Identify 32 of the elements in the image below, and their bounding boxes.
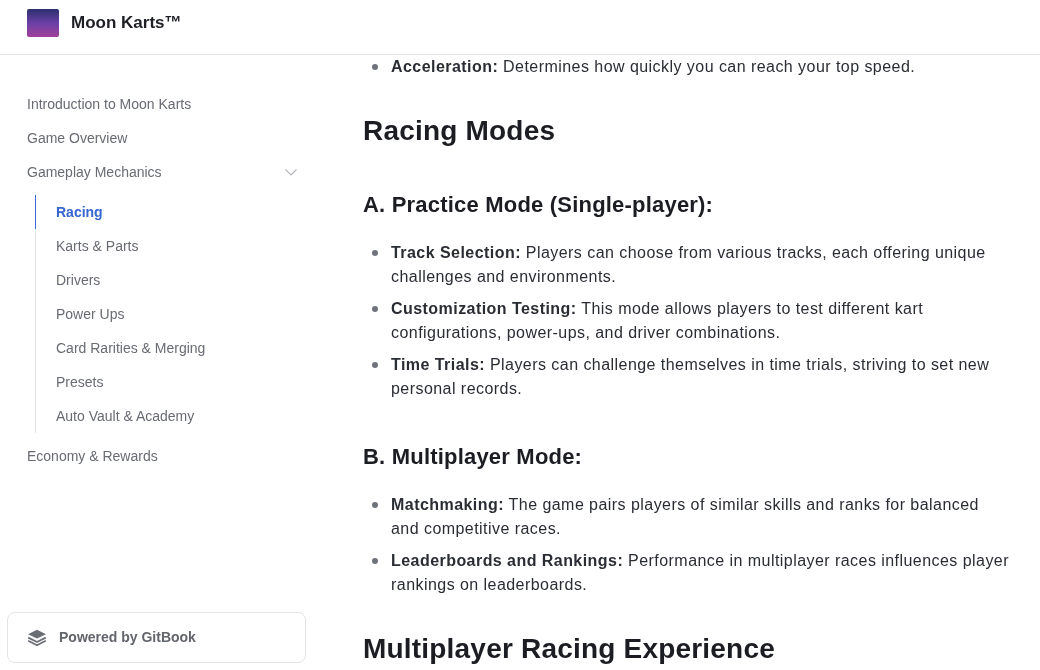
sidebar-subitem[interactable]: Racing — [35, 195, 313, 229]
bullet-icon — [372, 306, 378, 312]
site-title: Moon Karts™ — [71, 12, 182, 34]
section-heading: Racing Modes — [363, 114, 557, 148]
sidebar-subitem[interactable]: Drivers — [35, 263, 313, 297]
subsection-heading: A. Practice Mode (Single-player): — [363, 191, 715, 219]
sidebar-subitem[interactable]: Auto Vault & Academy — [35, 399, 313, 433]
section-heading: Multiplayer Racing Experience — [363, 632, 776, 666]
bullet-icon — [372, 250, 378, 256]
sidebar-subitem[interactable]: Presets — [35, 365, 313, 399]
sidebar-item[interactable]: Introduction to Moon Karts — [27, 87, 303, 121]
sidebar-item[interactable]: Game Overview — [27, 121, 303, 155]
list-item-text: Acceleration: Determines how quickly you can reach your top speed. — [391, 57, 916, 77]
list-item-text: Matchmaking: The game pairs players of similar skills and ranks for balanced and competitive races. — [391, 495, 980, 539]
chevron-down-icon[interactable] — [285, 168, 297, 176]
bullet-icon — [372, 558, 378, 564]
bullet-icon — [372, 502, 378, 508]
sidebar-item[interactable]: Economy & Rewards — [27, 439, 303, 473]
sidebar-subitem[interactable]: Card Rarities & Merging — [35, 331, 313, 365]
list-item-text: Customization Testing: This mode allows players to test different kart configurations, power-ups, and driver combinations. — [391, 299, 925, 343]
logo-image — [27, 9, 59, 37]
layers-icon — [27, 629, 47, 646]
list-item-text: Leaderboards and Rankings: Performance in multiplayer races influences player rankings on leaderboards. — [391, 551, 1010, 595]
sidebar-item[interactable]: Gameplay Mechanics — [27, 155, 303, 189]
subsection-heading: B. Multiplayer Mode: — [363, 443, 584, 471]
powered-by-link[interactable]: Powered by GitBook — [7, 612, 306, 663]
bullet-icon — [372, 64, 378, 70]
list-item-text: Time Trials: Players can challenge themselves in time trials, striving to set new personal records. — [391, 355, 991, 399]
bullet-icon — [372, 362, 378, 368]
list-item-text: Track Selection: Players can choose from various tracks, each offering unique challenges and environments. — [391, 243, 987, 287]
sidebar-subitem[interactable]: Karts & Parts — [35, 229, 313, 263]
sidebar-subitem[interactable]: Power Ups — [35, 297, 313, 331]
